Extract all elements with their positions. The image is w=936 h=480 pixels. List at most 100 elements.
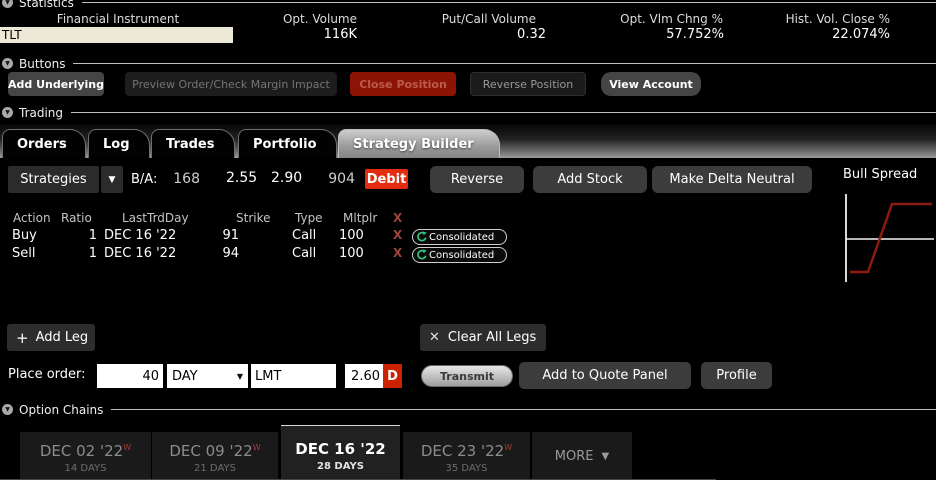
- expiry-date: DEC 16 '22: [295, 440, 386, 458]
- weekly-flag: W: [123, 443, 131, 452]
- clear-all-legs-button[interactable]: ✕ Clear All Legs: [420, 324, 546, 351]
- remove-leg-button[interactable]: X: [393, 246, 402, 260]
- exchange-selector[interactable]: Consolidated: [412, 229, 507, 245]
- opt-volume-value: 116K: [225, 27, 357, 42]
- profile-button[interactable]: Profile: [701, 362, 772, 389]
- expiry-date: DEC 02 '22: [40, 442, 123, 460]
- section-divider: [73, 63, 936, 64]
- payoff-diagram: [840, 188, 936, 288]
- expiry-date: DEC 23 '22: [421, 442, 504, 460]
- refresh-icon: [416, 249, 428, 261]
- expiry-tab-dec02[interactable]: DEC 02 '22W 14 DAYS: [20, 432, 151, 480]
- chevron-down-icon: ▼: [237, 372, 243, 381]
- instrument-cell[interactable]: TLT: [0, 27, 233, 43]
- weekly-flag: W: [253, 443, 261, 452]
- ask-size-value: 904: [313, 171, 355, 187]
- collapse-buttons-icon[interactable]: ▼: [2, 58, 13, 69]
- leg-type[interactable]: Call: [292, 246, 316, 261]
- weekly-flag: W: [504, 443, 512, 452]
- leg-lasttrdday[interactable]: DEC 16 '22: [104, 246, 176, 261]
- leg-strike[interactable]: 94: [198, 246, 239, 261]
- collapse-trading-icon[interactable]: ▼: [2, 107, 13, 118]
- tab-portfolio[interactable]: Portfolio: [238, 129, 337, 158]
- limit-price-input[interactable]: [345, 364, 383, 388]
- add-leg-button[interactable]: + Add Leg: [7, 324, 95, 351]
- bid-size-value: 168: [158, 171, 200, 187]
- reverse-position-button[interactable]: Reverse Position: [470, 72, 586, 96]
- make-delta-neutral-button[interactable]: Make Delta Neutral: [652, 166, 812, 193]
- column-header-financial-instrument: Financial Instrument: [0, 12, 236, 26]
- time-in-force-value: DAY: [172, 369, 198, 384]
- collapse-option-chains-icon[interactable]: ▼: [2, 404, 13, 415]
- transmit-button[interactable]: Transmit: [421, 365, 513, 387]
- exchange-label: Consolidated: [429, 232, 494, 243]
- strategies-button[interactable]: Strategies: [8, 166, 99, 193]
- expiry-tab-dec09[interactable]: DEC 09 '22W 21 DAYS: [152, 432, 278, 480]
- tab-strategy-builder[interactable]: Strategy Builder: [338, 129, 500, 158]
- quantity-input[interactable]: [97, 364, 163, 388]
- strategies-dropdown-icon[interactable]: ▼: [101, 166, 123, 193]
- more-expiries-button[interactable]: MORE ▼: [532, 432, 632, 480]
- days-to-expiry: 35 DAYS: [403, 463, 530, 474]
- reverse-button[interactable]: Reverse: [430, 166, 524, 193]
- ask-price-value[interactable]: 2.90: [271, 170, 302, 186]
- collapse-statistics-icon[interactable]: ▼: [2, 0, 13, 8]
- leg-mltplr[interactable]: 100: [339, 228, 364, 243]
- leg-type[interactable]: Call: [292, 228, 316, 243]
- bid-ask-label: B/A:: [131, 172, 157, 187]
- leg-lasttrdday[interactable]: DEC 16 '22: [104, 228, 176, 243]
- leg-strike[interactable]: 91: [198, 228, 239, 243]
- tab-log[interactable]: Log: [88, 129, 150, 158]
- view-account-button[interactable]: View Account: [601, 72, 701, 96]
- column-header-put-call-volume: Put/Call Volume: [380, 12, 536, 26]
- add-underlying-button[interactable]: Add Underlying: [8, 72, 104, 96]
- place-order-label: Place order:: [8, 367, 86, 382]
- leg-action[interactable]: Sell: [12, 246, 35, 261]
- remove-leg-button[interactable]: X: [393, 228, 402, 242]
- trading-section-label: Trading: [19, 106, 63, 120]
- preview-order-button[interactable]: Preview Order/Check Margin Impact: [125, 72, 337, 96]
- expiry-tab-dec23[interactable]: DEC 23 '22W 35 DAYS: [403, 432, 530, 480]
- leg-header-mltplr: Mltplr: [343, 211, 377, 225]
- plus-icon: +: [16, 329, 29, 347]
- days-to-expiry: 28 DAYS: [281, 461, 400, 472]
- statistics-section-header: ▼ Statistics: [2, 0, 936, 10]
- option-chains-section-header: ▼ Option Chains: [2, 402, 936, 417]
- add-to-quote-panel-button[interactable]: Add to Quote Panel: [519, 362, 691, 389]
- tab-trades[interactable]: Trades: [151, 129, 235, 158]
- section-divider: [111, 409, 936, 410]
- bid-price-value[interactable]: 2.55: [226, 170, 257, 186]
- trading-section-header: ▼ Trading: [2, 105, 936, 120]
- section-divider: [71, 112, 936, 113]
- column-header-hist-vol-close: Hist. Vol. Close %: [726, 12, 890, 26]
- leg-header-lasttrdday: LastTrdDay: [122, 211, 189, 225]
- put-call-volume-value: 0.32: [390, 27, 546, 42]
- debit-side-badge[interactable]: D: [383, 364, 402, 388]
- tws-strategy-builder-window: ▼ Statistics Financial Instrument Opt. V…: [0, 0, 936, 480]
- refresh-icon: [416, 231, 428, 243]
- option-chains-section-label: Option Chains: [19, 403, 103, 417]
- add-stock-button[interactable]: Add Stock: [533, 166, 647, 193]
- exchange-selector[interactable]: Consolidated: [412, 247, 507, 263]
- close-icon: ✕: [429, 330, 440, 345]
- column-header-opt-volume: Opt. Volume: [225, 12, 357, 26]
- leg-mltplr[interactable]: 100: [339, 246, 364, 261]
- leg-action[interactable]: Buy: [12, 228, 37, 243]
- close-position-button[interactable]: Close Position: [350, 72, 456, 96]
- buttons-section-header: ▼ Buttons: [2, 56, 936, 71]
- leg-header-ratio: Ratio: [61, 211, 92, 225]
- add-leg-label: Add Leg: [36, 330, 89, 345]
- expiry-tab-dec16-selected[interactable]: DEC 16 '22 28 DAYS: [281, 425, 400, 480]
- leg-ratio[interactable]: 1: [58, 246, 97, 261]
- tab-orders[interactable]: Orders: [2, 129, 86, 158]
- debit-badge[interactable]: Debit: [365, 169, 408, 189]
- leg-header-strike: Strike: [236, 211, 271, 225]
- order-type-input[interactable]: [251, 364, 336, 388]
- clear-all-legs-label: Clear All Legs: [448, 330, 536, 345]
- leg-ratio[interactable]: 1: [58, 228, 97, 243]
- time-in-force-select[interactable]: DAY ▼: [167, 364, 248, 388]
- statistics-section-label: Statistics: [19, 0, 74, 10]
- leg-header-remove: X: [393, 211, 402, 225]
- more-label: MORE: [555, 449, 594, 464]
- trading-tab-bar: Orders Log Trades Portfolio Strategy Bui…: [0, 124, 936, 158]
